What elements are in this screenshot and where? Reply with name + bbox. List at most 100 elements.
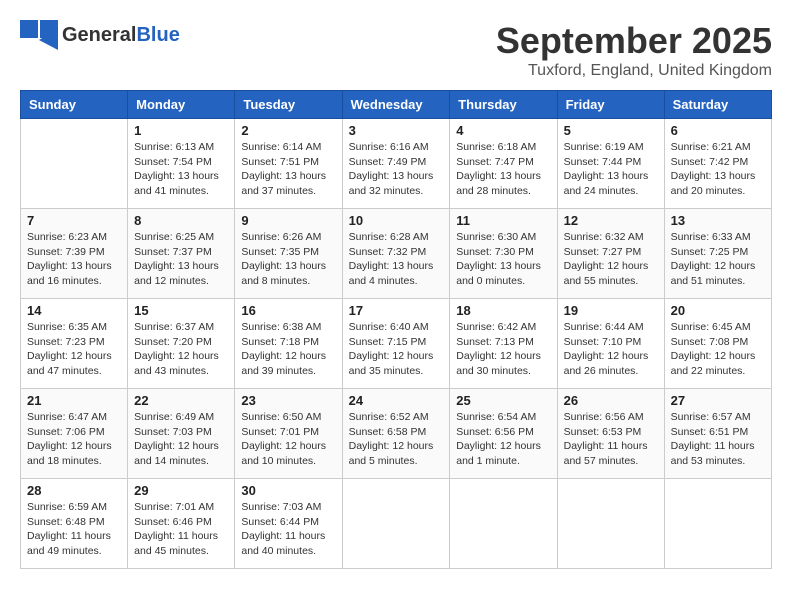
day-info: Sunrise: 6:18 AMSunset: 7:47 PMDaylight:… — [456, 140, 550, 199]
day-info: Sunrise: 6:21 AMSunset: 7:42 PMDaylight:… — [671, 140, 765, 199]
day-number: 23 — [241, 393, 335, 408]
table-row: 2 Sunrise: 6:14 AMSunset: 7:51 PMDayligh… — [235, 119, 342, 209]
day-number: 8 — [134, 213, 228, 228]
day-info: Sunrise: 6:45 AMSunset: 7:08 PMDaylight:… — [671, 320, 765, 379]
day-number: 19 — [564, 303, 658, 318]
day-info: Sunrise: 6:49 AMSunset: 7:03 PMDaylight:… — [134, 410, 228, 469]
logo: GeneralBlue — [20, 20, 180, 50]
table-row: 30 Sunrise: 7:03 AMSunset: 6:44 PMDaylig… — [235, 479, 342, 569]
table-row: 22 Sunrise: 6:49 AMSunset: 7:03 PMDaylig… — [128, 389, 235, 479]
day-info: Sunrise: 6:26 AMSunset: 7:35 PMDaylight:… — [241, 230, 335, 289]
table-row: 19 Sunrise: 6:44 AMSunset: 7:10 PMDaylig… — [557, 299, 664, 389]
day-info: Sunrise: 6:57 AMSunset: 6:51 PMDaylight:… — [671, 410, 765, 469]
day-info: Sunrise: 7:01 AMSunset: 6:46 PMDaylight:… — [134, 500, 228, 559]
table-row: 4 Sunrise: 6:18 AMSunset: 7:47 PMDayligh… — [450, 119, 557, 209]
day-info: Sunrise: 6:56 AMSunset: 6:53 PMDaylight:… — [564, 410, 658, 469]
table-row — [664, 479, 771, 569]
calendar-table: Sunday Monday Tuesday Wednesday Thursday… — [20, 90, 772, 569]
table-row: 12 Sunrise: 6:32 AMSunset: 7:27 PMDaylig… — [557, 209, 664, 299]
day-info: Sunrise: 6:13 AMSunset: 7:54 PMDaylight:… — [134, 140, 228, 199]
day-number: 26 — [564, 393, 658, 408]
day-info: Sunrise: 6:52 AMSunset: 6:58 PMDaylight:… — [349, 410, 444, 469]
day-number: 20 — [671, 303, 765, 318]
table-row: 18 Sunrise: 6:42 AMSunset: 7:13 PMDaylig… — [450, 299, 557, 389]
table-row: 10 Sunrise: 6:28 AMSunset: 7:32 PMDaylig… — [342, 209, 450, 299]
table-row: 3 Sunrise: 6:16 AMSunset: 7:49 PMDayligh… — [342, 119, 450, 209]
header-wednesday: Wednesday — [342, 91, 450, 119]
page-header: GeneralBlue September 2025 Tuxford, Engl… — [20, 20, 772, 80]
table-row: 13 Sunrise: 6:33 AMSunset: 7:25 PMDaylig… — [664, 209, 771, 299]
day-number: 24 — [349, 393, 444, 408]
day-info: Sunrise: 6:38 AMSunset: 7:18 PMDaylight:… — [241, 320, 335, 379]
table-row: 15 Sunrise: 6:37 AMSunset: 7:20 PMDaylig… — [128, 299, 235, 389]
day-info: Sunrise: 6:54 AMSunset: 6:56 PMDaylight:… — [456, 410, 550, 469]
table-row: 16 Sunrise: 6:38 AMSunset: 7:18 PMDaylig… — [235, 299, 342, 389]
month-title: September 2025 — [496, 20, 772, 62]
header-saturday: Saturday — [664, 91, 771, 119]
day-info: Sunrise: 6:33 AMSunset: 7:25 PMDaylight:… — [671, 230, 765, 289]
calendar-week-row: 1 Sunrise: 6:13 AMSunset: 7:54 PMDayligh… — [21, 119, 772, 209]
table-row: 26 Sunrise: 6:56 AMSunset: 6:53 PMDaylig… — [557, 389, 664, 479]
table-row: 21 Sunrise: 6:47 AMSunset: 7:06 PMDaylig… — [21, 389, 128, 479]
calendar-week-row: 14 Sunrise: 6:35 AMSunset: 7:23 PMDaylig… — [21, 299, 772, 389]
header-thursday: Thursday — [450, 91, 557, 119]
table-row: 7 Sunrise: 6:23 AMSunset: 7:39 PMDayligh… — [21, 209, 128, 299]
day-number: 14 — [27, 303, 121, 318]
table-row: 29 Sunrise: 7:01 AMSunset: 6:46 PMDaylig… — [128, 479, 235, 569]
day-info: Sunrise: 7:03 AMSunset: 6:44 PMDaylight:… — [241, 500, 335, 559]
header-tuesday: Tuesday — [235, 91, 342, 119]
table-row — [342, 479, 450, 569]
table-row: 28 Sunrise: 6:59 AMSunset: 6:48 PMDaylig… — [21, 479, 128, 569]
table-row: 27 Sunrise: 6:57 AMSunset: 6:51 PMDaylig… — [664, 389, 771, 479]
header-monday: Monday — [128, 91, 235, 119]
day-number: 3 — [349, 123, 444, 138]
logo-icon — [20, 20, 58, 50]
day-number: 7 — [27, 213, 121, 228]
day-number: 21 — [27, 393, 121, 408]
logo-general: General — [62, 24, 136, 46]
day-number: 5 — [564, 123, 658, 138]
day-info: Sunrise: 6:50 AMSunset: 7:01 PMDaylight:… — [241, 410, 335, 469]
table-row: 25 Sunrise: 6:54 AMSunset: 6:56 PMDaylig… — [450, 389, 557, 479]
day-number: 18 — [456, 303, 550, 318]
day-number: 29 — [134, 483, 228, 498]
table-row — [557, 479, 664, 569]
day-number: 11 — [456, 213, 550, 228]
table-row: 11 Sunrise: 6:30 AMSunset: 7:30 PMDaylig… — [450, 209, 557, 299]
day-number: 25 — [456, 393, 550, 408]
day-info: Sunrise: 6:32 AMSunset: 7:27 PMDaylight:… — [564, 230, 658, 289]
calendar-header-row: Sunday Monday Tuesday Wednesday Thursday… — [21, 91, 772, 119]
day-number: 22 — [134, 393, 228, 408]
day-number: 17 — [349, 303, 444, 318]
table-row: 5 Sunrise: 6:19 AMSunset: 7:44 PMDayligh… — [557, 119, 664, 209]
table-row: 24 Sunrise: 6:52 AMSunset: 6:58 PMDaylig… — [342, 389, 450, 479]
table-row — [21, 119, 128, 209]
day-info: Sunrise: 6:16 AMSunset: 7:49 PMDaylight:… — [349, 140, 444, 199]
day-number: 9 — [241, 213, 335, 228]
day-number: 28 — [27, 483, 121, 498]
table-row: 17 Sunrise: 6:40 AMSunset: 7:15 PMDaylig… — [342, 299, 450, 389]
day-info: Sunrise: 6:59 AMSunset: 6:48 PMDaylight:… — [27, 500, 121, 559]
day-number: 16 — [241, 303, 335, 318]
day-number: 13 — [671, 213, 765, 228]
calendar-week-row: 21 Sunrise: 6:47 AMSunset: 7:06 PMDaylig… — [21, 389, 772, 479]
day-number: 1 — [134, 123, 228, 138]
table-row: 6 Sunrise: 6:21 AMSunset: 7:42 PMDayligh… — [664, 119, 771, 209]
calendar-week-row: 28 Sunrise: 6:59 AMSunset: 6:48 PMDaylig… — [21, 479, 772, 569]
header-sunday: Sunday — [21, 91, 128, 119]
day-info: Sunrise: 6:35 AMSunset: 7:23 PMDaylight:… — [27, 320, 121, 379]
table-row — [450, 479, 557, 569]
table-row: 23 Sunrise: 6:50 AMSunset: 7:01 PMDaylig… — [235, 389, 342, 479]
location: Tuxford, England, United Kingdom — [496, 62, 772, 80]
table-row: 1 Sunrise: 6:13 AMSunset: 7:54 PMDayligh… — [128, 119, 235, 209]
day-info: Sunrise: 6:42 AMSunset: 7:13 PMDaylight:… — [456, 320, 550, 379]
day-number: 30 — [241, 483, 335, 498]
day-info: Sunrise: 6:14 AMSunset: 7:51 PMDaylight:… — [241, 140, 335, 199]
day-info: Sunrise: 6:25 AMSunset: 7:37 PMDaylight:… — [134, 230, 228, 289]
title-block: September 2025 Tuxford, England, United … — [496, 20, 772, 80]
day-info: Sunrise: 6:23 AMSunset: 7:39 PMDaylight:… — [27, 230, 121, 289]
day-number: 12 — [564, 213, 658, 228]
logo-blue: Blue — [136, 24, 179, 46]
day-number: 4 — [456, 123, 550, 138]
day-info: Sunrise: 6:19 AMSunset: 7:44 PMDaylight:… — [564, 140, 658, 199]
